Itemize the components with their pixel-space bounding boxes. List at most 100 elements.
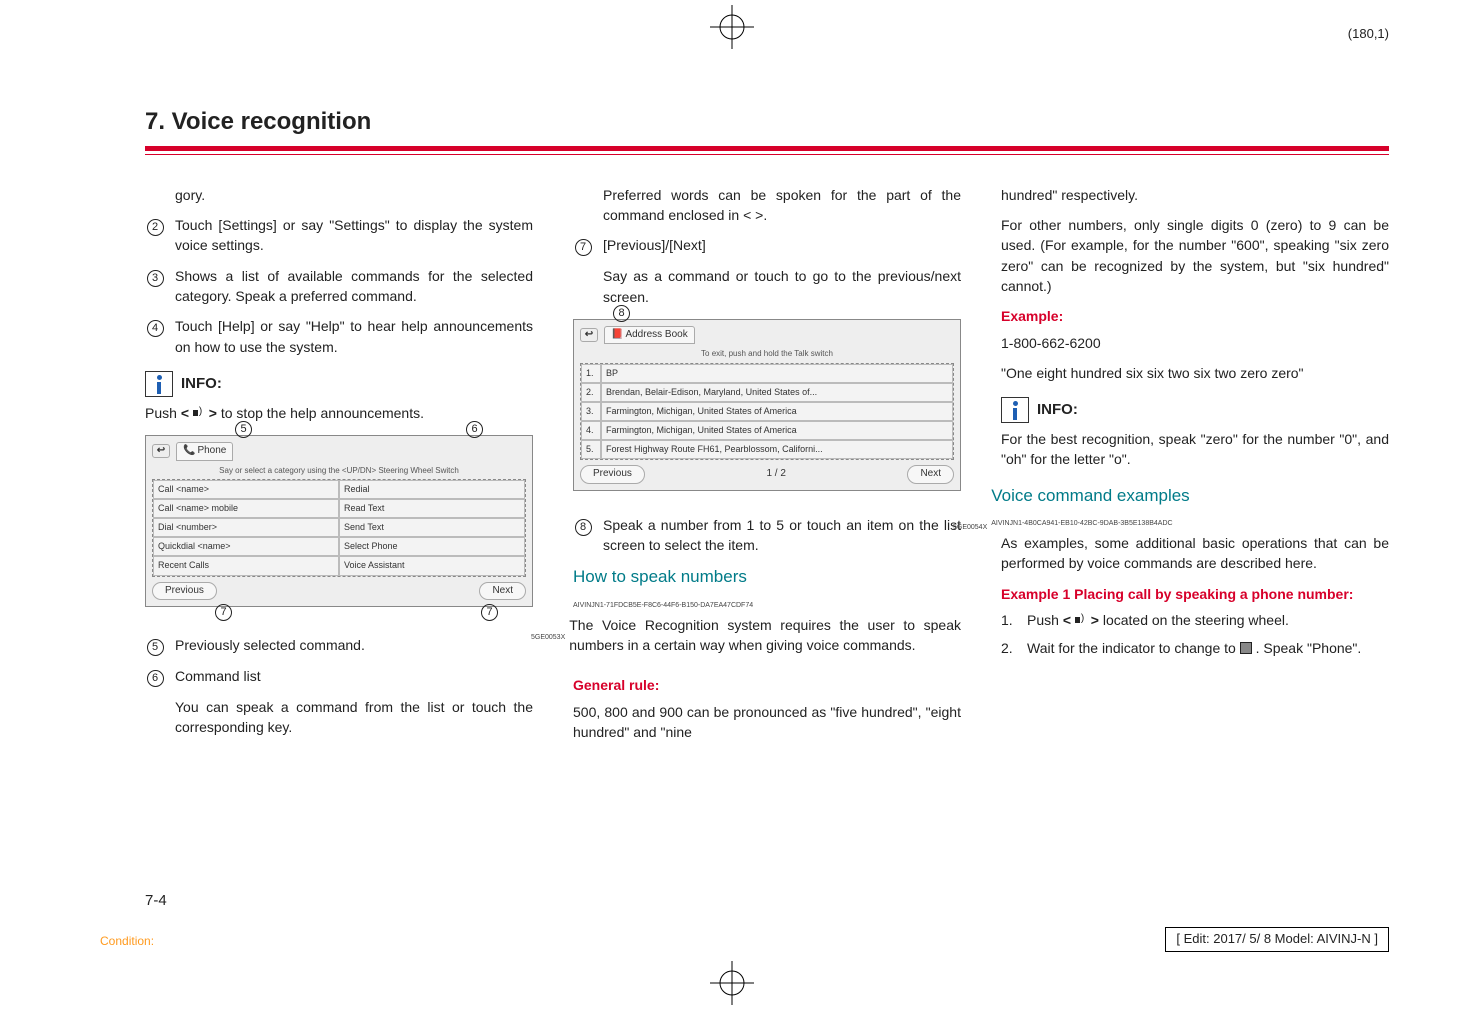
phone-screenshot: ↩ 📞Phone Say or select a category using … bbox=[145, 435, 533, 607]
marker-3: 3 bbox=[145, 266, 165, 307]
list-item: 7 [Previous]/[Next] bbox=[573, 235, 961, 256]
item-text: [Previous]/[Next] bbox=[603, 235, 706, 256]
talk-icon bbox=[193, 407, 205, 419]
column-2: Preferred words can be spoken for the pa… bbox=[573, 185, 961, 752]
callout-8: 8 bbox=[613, 305, 630, 322]
item-text: Speak a number from 1 to 5 or touch an i… bbox=[603, 515, 961, 556]
step-text: Push < > located on the steering wheel. bbox=[1027, 610, 1289, 630]
cmd-cell: Call <name> bbox=[153, 480, 339, 499]
screenshot-1-wrap: 5 6 ↩ 📞Phone Say or select a category us… bbox=[145, 435, 533, 607]
heading-example-1: Example 1 Placing call by speaking a pho… bbox=[1001, 584, 1389, 604]
cmd-cell: Voice Assistant bbox=[339, 556, 525, 575]
row-num: 2. bbox=[581, 383, 601, 402]
three-column-layout: gory. 2 Touch [Settings] or say "Setting… bbox=[145, 185, 1389, 752]
talk-icon bbox=[1075, 614, 1087, 626]
address-book-screenshot: ↩ 📕Address Book To exit, push and hold t… bbox=[573, 319, 961, 491]
cmd-cell: Send Text bbox=[339, 518, 525, 537]
item-text: Command list bbox=[175, 666, 261, 687]
heading-voice-cmd-examples: Voice command examples AIVINJN1-4B0CA941… bbox=[991, 484, 1389, 533]
column-3: hundred" respectively. For other numbers… bbox=[1001, 185, 1389, 752]
cmd-cell: Recent Calls bbox=[153, 556, 339, 575]
doc-id: AIVINJN1-71FDCB5E-F8C6-44F6-B150-DA7EA47… bbox=[573, 602, 753, 609]
callout-7a: 7 bbox=[215, 604, 232, 621]
page-content: 7. Voice recognition gory. 2 Touch [Sett… bbox=[145, 105, 1389, 900]
marker-2: 2 bbox=[145, 215, 165, 256]
addr-cell: Brendan, Belair-Edison, Maryland, United… bbox=[601, 383, 953, 402]
list-item: 3 Shows a list of available commands for… bbox=[145, 266, 533, 307]
callout-5: 5 bbox=[235, 421, 252, 438]
list-item: 5 Previously selected command. bbox=[145, 635, 533, 656]
list-item: 8 Speak a number from 1 to 5 or touch an… bbox=[573, 515, 961, 556]
example-number: 1-800-662-6200 bbox=[1001, 333, 1389, 353]
marker-8: 8 bbox=[573, 515, 593, 556]
item-subtext: Say as a command or touch to go to the p… bbox=[603, 266, 961, 307]
screenshot-2-wrap: 8 ↩ 📕Address Book To exit, push and hold… bbox=[573, 319, 961, 491]
row-num: 1. bbox=[581, 364, 601, 383]
item-text: Touch [Settings] or say "Settings" to di… bbox=[175, 215, 533, 256]
info-text: Push < > to stop the help announcements. bbox=[145, 403, 533, 423]
registration-mark-bottom bbox=[710, 961, 754, 1005]
previous-button: Previous bbox=[580, 465, 645, 484]
back-icon: ↩ bbox=[152, 444, 170, 458]
paragraph: Preferred words can be spoken for the pa… bbox=[603, 185, 961, 226]
page-number: 7-4 bbox=[145, 890, 167, 912]
marker-6: 6 bbox=[145, 666, 165, 687]
cmd-cell: Dial <number> bbox=[153, 518, 339, 537]
chapter-title: 7. Voice recognition bbox=[145, 105, 1389, 140]
hint-text: Say or select a category using the <UP/D… bbox=[152, 465, 526, 477]
condition-label: Condition: bbox=[100, 933, 154, 950]
page-indicator: 1 / 2 bbox=[766, 467, 785, 482]
addr-cell: Farmington, Michigan, United States of A… bbox=[601, 402, 953, 421]
row-num: 3. bbox=[581, 402, 601, 421]
list-item: 4 Touch [Help] or say "Help" to hear hel… bbox=[145, 316, 533, 357]
list-item: 6 Command list bbox=[145, 666, 533, 687]
info-heading: INFO: bbox=[145, 371, 533, 397]
info-icon bbox=[145, 371, 173, 397]
page-coordinate: (180,1) bbox=[1348, 25, 1389, 44]
paragraph: The Voice Recognition system requires th… bbox=[569, 615, 961, 656]
doc-id: AIVINJN1-4B0CA941-EB10-42BC-9DAB-3B5E138… bbox=[991, 520, 1172, 527]
item-text: Touch [Help] or say "Help" to hear help … bbox=[175, 316, 533, 357]
text-fragment: gory. bbox=[175, 185, 533, 205]
item-text: Shows a list of available commands for t… bbox=[175, 266, 533, 307]
next-button: Next bbox=[479, 582, 526, 601]
addressbook-tab: 📕Address Book bbox=[604, 326, 695, 345]
addr-cell: Forest Highway Route FH61, Pearblossom, … bbox=[601, 440, 953, 459]
cmd-cell: Select Phone bbox=[339, 537, 525, 556]
paragraph: For other numbers, only single digits 0 … bbox=[1001, 215, 1389, 296]
cmd-cell: Redial bbox=[339, 480, 525, 499]
number-2: 2. bbox=[1001, 638, 1019, 658]
paragraph: As examples, some additional basic opera… bbox=[1001, 533, 1389, 574]
image-id: 5GE0054X bbox=[953, 523, 987, 533]
list-item: 2 Touch [Settings] or say "Settings" to … bbox=[145, 215, 533, 256]
edit-info: [ Edit: 2017/ 5/ 8 Model: AIVINJ-N ] bbox=[1165, 927, 1389, 952]
info-heading: INFO: bbox=[1001, 397, 1389, 423]
heading-example: Example: bbox=[1001, 306, 1389, 326]
number-1: 1. bbox=[1001, 610, 1019, 630]
paragraph: hundred" respectively. bbox=[1001, 185, 1389, 205]
numbered-item: 1. Push < > located on the steering whee… bbox=[1001, 610, 1389, 630]
numbered-item: 2. Wait for the indicator to change to .… bbox=[1001, 638, 1389, 658]
marker-4: 4 bbox=[145, 316, 165, 357]
title-rule-thick bbox=[145, 146, 1389, 151]
title-rule-thin bbox=[145, 154, 1389, 155]
heading-how-to-speak: How to speak numbers AIVINJN1-71FDCB5E-F… bbox=[573, 565, 961, 614]
heading-general-rule: General rule: bbox=[573, 675, 961, 695]
back-icon: ↩ bbox=[580, 328, 598, 342]
addr-cell: BP bbox=[601, 364, 953, 383]
previous-button: Previous bbox=[152, 582, 217, 601]
paragraph: 500, 800 and 900 can be pronounced as "f… bbox=[573, 702, 961, 743]
registration-mark-top bbox=[710, 5, 754, 49]
hint-text: To exit, push and hold the Talk switch bbox=[580, 348, 954, 360]
phone-tab: 📞Phone bbox=[176, 442, 233, 461]
callout-6: 6 bbox=[466, 421, 483, 438]
step-text: Wait for the indicator to change to . Sp… bbox=[1027, 638, 1361, 658]
callout-7b: 7 bbox=[481, 604, 498, 621]
info-text: For the best recognition, speak "zero" f… bbox=[1001, 429, 1389, 470]
item-subtext: You can speak a command from the list or… bbox=[175, 697, 533, 738]
info-icon bbox=[1001, 397, 1029, 423]
indicator-icon bbox=[1240, 642, 1252, 654]
example-spoken: "One eight hundred six six two six two z… bbox=[1001, 363, 1389, 383]
column-1: gory. 2 Touch [Settings] or say "Setting… bbox=[145, 185, 533, 752]
item-text: Previously selected command. bbox=[175, 635, 365, 656]
